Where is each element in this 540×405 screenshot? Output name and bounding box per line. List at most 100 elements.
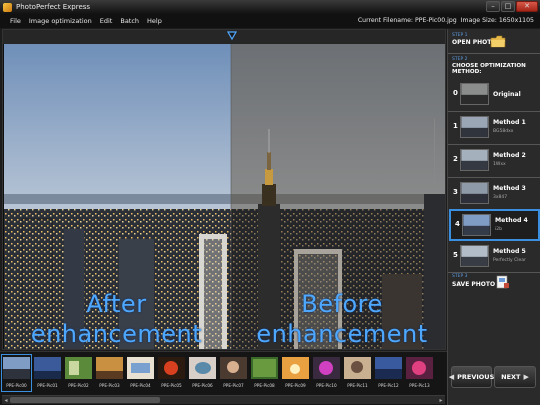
method-thumbnail [460,245,489,267]
thumbnail-item[interactable]: PPE-Pic08 [250,355,279,391]
thumbnail-label: PPE-Pic04 [130,383,151,388]
minimize-button[interactable]: – [486,1,500,12]
next-label: NEXT [501,373,521,381]
thumbnail-image [406,357,433,379]
after-caption: After enhancement [30,290,203,348]
thumbnail-item[interactable]: PPE-Pic01 [33,355,62,391]
thumbnail-label: PPE-Pic12 [378,383,399,388]
thumbnail-label: PPE-Pic05 [161,383,182,388]
panel-divider [448,177,540,178]
optimization-panel: STEP 1 OPEN PHOTO STEP 2 CHOOSE OPTIMIZA… [447,29,540,405]
thumbnail-image [158,357,185,379]
thumbnail-image [127,357,154,379]
thumbnail-label: PPE-Pic13 [409,383,430,388]
method-thumbnail [460,116,489,138]
thumbnail-item[interactable]: PPE-Pic13 [405,355,434,391]
split-slider-handle-icon[interactable] [227,31,237,41]
panel-divider [448,111,540,112]
chevron-left-icon: ◀ [448,373,455,381]
folder-icon[interactable] [490,35,506,48]
method-5-option[interactable]: 5 Method 5 Perfectly Clear [449,242,540,272]
method-sub: 3x847 [493,195,508,200]
menu-edit[interactable]: Edit [100,17,113,25]
thumbnail-label: PPE-Pic07 [223,383,244,388]
scroll-thumb[interactable] [10,397,160,403]
method-thumbnail [462,214,491,236]
thumbnail-image [282,357,309,379]
thumbnail-image [65,357,92,379]
next-button[interactable]: NEXT ▶ [494,366,536,388]
method-name: Original [493,91,521,98]
method-number: 4 [455,220,460,228]
thumbnail-item[interactable]: PPE-Pic10 [312,355,341,391]
method-thumbnail [460,182,489,204]
previous-button[interactable]: ◀ PREVIOUS [448,366,495,388]
method-name: Method 1 [493,119,526,126]
method-1-option[interactable]: 1 Method 1 BG58dxx [449,113,540,143]
app-icon [3,2,12,12]
thumbnail-strip: PPE-Pic00 PPE-Pic01 PPE-Pic02 PPE-Pic03 … [0,351,447,405]
close-button[interactable]: ✕ [516,1,538,12]
method-sub: Perfectly Clear [493,258,526,263]
thumbnail-image [189,357,216,379]
window-title: PhotoPerfect Express [16,3,91,11]
menu-file[interactable]: File [10,17,21,25]
method-name: Method 3 [493,185,526,192]
split-slider-track[interactable] [3,30,445,44]
step3-label: STEP 3 [452,274,468,279]
method-2-option[interactable]: 2 Method 2 1Wxx [449,146,540,176]
title-bar: PhotoPerfect Express – □ ✕ [0,0,540,14]
thumbnail-label: PPE-Pic02 [68,383,89,388]
step1-label: STEP 1 [452,33,468,38]
horizontal-scrollbar[interactable]: ◂ ▸ [2,395,445,404]
photo-viewer: After enhancement Before enhancement [2,29,446,350]
thumbnail-item[interactable]: PPE-Pic03 [95,355,124,391]
method-name: Method 4 [495,217,528,224]
method-4-option[interactable]: 4 Method 4 i2b [449,209,540,241]
scroll-left-icon[interactable]: ◂ [2,396,10,405]
method-number: 2 [453,155,458,163]
method-0-option[interactable]: 0 Original [449,80,540,110]
menu-help[interactable]: Help [147,17,162,25]
thumbnail-item[interactable]: PPE-Pic12 [374,355,403,391]
comparison-photo[interactable]: After enhancement Before enhancement [4,44,445,349]
file-info: Current Filename: PPE-Pic00.jpg Image Si… [358,17,534,24]
thumbnail-item[interactable]: PPE-Pic05 [157,355,186,391]
thumbnail-list: PPE-Pic00 PPE-Pic01 PPE-Pic02 PPE-Pic03 … [1,354,434,392]
method-number: 3 [453,188,458,196]
menu-image-optimization[interactable]: Image optimization [29,17,92,25]
thumbnail-label: PPE-Pic03 [99,383,120,388]
chevron-right-icon: ▶ [523,373,529,381]
save-icon[interactable] [496,275,510,289]
panel-divider [448,144,540,145]
menu-batch[interactable]: Batch [120,17,139,25]
thumbnail-image [3,357,30,379]
method-name: Method 2 [493,152,526,159]
thumbnail-item[interactable]: PPE-Pic00 [1,354,32,392]
before-caption: Before enhancement [256,290,428,348]
thumbnail-image [313,357,340,379]
thumbnail-item[interactable]: PPE-Pic02 [64,355,93,391]
scroll-right-icon[interactable]: ▸ [437,396,445,405]
thumbnail-image [375,357,402,379]
method-number: 5 [453,251,458,259]
thumbnail-label: PPE-Pic11 [347,383,368,388]
thumbnail-label: PPE-Pic01 [37,383,58,388]
method-name: Method 5 [493,248,526,255]
method-sub: i2b [495,227,502,232]
thumbnail-label: PPE-Pic06 [192,383,213,388]
thumbnail-item[interactable]: PPE-Pic07 [219,355,248,391]
thumbnail-image [34,357,61,379]
thumbnail-item[interactable]: PPE-Pic04 [126,355,155,391]
maximize-button[interactable]: □ [501,1,515,12]
thumbnail-item[interactable]: PPE-Pic06 [188,355,217,391]
thumbnail-item[interactable]: PPE-Pic11 [343,355,372,391]
image-size: Image Size: 1650x1105 [460,17,534,24]
thumbnail-label: PPE-Pic10 [316,383,337,388]
method-3-option[interactable]: 3 Method 3 3x847 [449,179,540,209]
previous-label: PREVIOUS [457,373,495,381]
thumbnail-item[interactable]: PPE-Pic09 [281,355,310,391]
thumbnail-label: PPE-Pic08 [254,383,275,388]
method-thumbnail [460,83,489,105]
thumbnail-image [251,357,278,379]
